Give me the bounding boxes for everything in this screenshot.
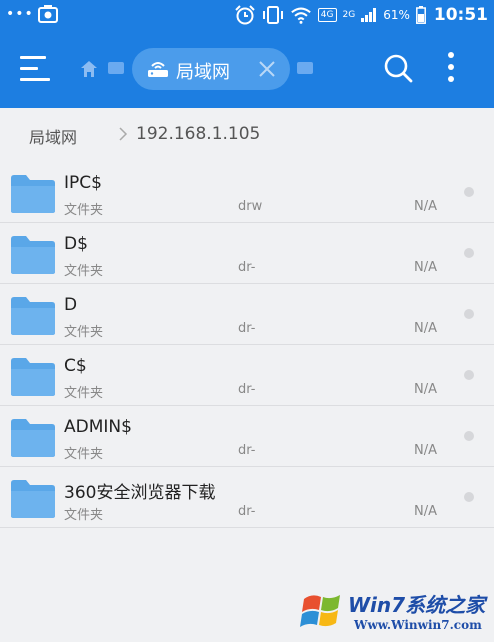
file-size: N/A	[414, 504, 437, 519]
tab-icon-left[interactable]	[108, 62, 124, 74]
wifi-icon	[291, 7, 311, 24]
network2-label: 2G	[342, 10, 356, 20]
file-name: 360安全浏览器下载	[64, 483, 216, 503]
file-permission: dr-	[238, 443, 256, 458]
select-checkbox[interactable]	[464, 431, 474, 441]
file-size: N/A	[414, 199, 437, 214]
file-list: IPC$ 文件夹 drw N/A D$ 文件夹 dr- N/A D 文件夹 dr- N/A C$ 文件夹 d…	[0, 162, 494, 528]
list-item[interactable]: ADMIN$ 文件夹 dr- N/A	[0, 406, 494, 467]
screenshot-icon	[38, 5, 58, 23]
select-checkbox[interactable]	[464, 309, 474, 319]
file-permission: dr-	[238, 260, 256, 275]
clock: 10:51	[433, 5, 488, 25]
folder-icon	[11, 358, 55, 396]
file-type: 文件夹	[64, 386, 104, 401]
file-name: D$	[64, 234, 88, 254]
folder-icon	[11, 419, 55, 457]
battery-percent: 61%	[383, 8, 410, 22]
tab-lan[interactable]: 局域网	[132, 48, 290, 90]
breadcrumb-current[interactable]: 192.168.1.105	[136, 124, 260, 144]
status-bar: ••• 4G 2G 61% 10:51	[0, 0, 494, 30]
file-size: N/A	[414, 443, 437, 458]
search-icon[interactable]	[383, 53, 413, 83]
select-checkbox[interactable]	[464, 187, 474, 197]
windows-logo-icon	[300, 595, 340, 627]
file-size: N/A	[414, 382, 437, 397]
tab-label: 局域网	[176, 62, 230, 83]
battery-icon	[415, 6, 426, 24]
file-type: 文件夹	[64, 508, 104, 523]
file-type: 文件夹	[64, 447, 104, 462]
signal-icon	[361, 8, 377, 22]
alarm-icon	[235, 5, 255, 25]
file-size: N/A	[414, 260, 437, 275]
vibrate-icon	[262, 6, 283, 24]
file-name: C$	[64, 356, 87, 376]
watermark-title: Win7系统之家	[348, 593, 486, 617]
file-permission: dr-	[238, 321, 256, 336]
watermark-url: Www.Winwin7.com	[354, 618, 482, 632]
file-type: 文件夹	[64, 203, 104, 218]
watermark: Win7系统之家 Www.Winwin7.com	[300, 583, 494, 642]
app-bar: 局域网	[0, 30, 494, 108]
breadcrumb: 局域网 192.168.1.105	[0, 108, 494, 162]
more-vert-icon[interactable]	[444, 52, 458, 84]
folder-icon	[11, 297, 55, 335]
select-checkbox[interactable]	[464, 248, 474, 258]
home-icon[interactable]	[80, 60, 98, 78]
file-name: ADMIN$	[64, 417, 132, 437]
file-permission: dr-	[238, 382, 256, 397]
file-type: 文件夹	[64, 264, 104, 279]
folder-icon	[11, 175, 55, 213]
file-name: D	[64, 295, 78, 315]
select-checkbox[interactable]	[464, 492, 474, 502]
chevron-right-icon	[119, 127, 128, 141]
list-item[interactable]: 360安全浏览器下载文件夹 dr- N/A	[0, 467, 494, 528]
file-permission: dr-	[238, 504, 256, 519]
file-permission: drw	[238, 199, 263, 214]
notification-dots: •••	[6, 6, 34, 22]
close-icon[interactable]	[256, 58, 278, 80]
file-type: 文件夹	[64, 325, 104, 340]
select-checkbox[interactable]	[464, 370, 474, 380]
network-badge: 4G	[317, 8, 337, 22]
lan-icon	[148, 62, 168, 77]
folder-icon	[11, 480, 55, 518]
list-item[interactable]: D 文件夹 dr- N/A	[0, 284, 494, 345]
file-name: IPC$	[64, 173, 102, 193]
folder-icon	[11, 236, 55, 274]
breadcrumb-root[interactable]: 局域网	[29, 124, 77, 148]
menu-icon[interactable]	[20, 56, 50, 82]
file-size: N/A	[414, 321, 437, 336]
list-item[interactable]: C$ 文件夹 dr- N/A	[0, 345, 494, 406]
list-item[interactable]: D$ 文件夹 dr- N/A	[0, 223, 494, 284]
list-item[interactable]: IPC$ 文件夹 drw N/A	[0, 162, 494, 223]
tab-icon-right[interactable]	[297, 62, 313, 74]
